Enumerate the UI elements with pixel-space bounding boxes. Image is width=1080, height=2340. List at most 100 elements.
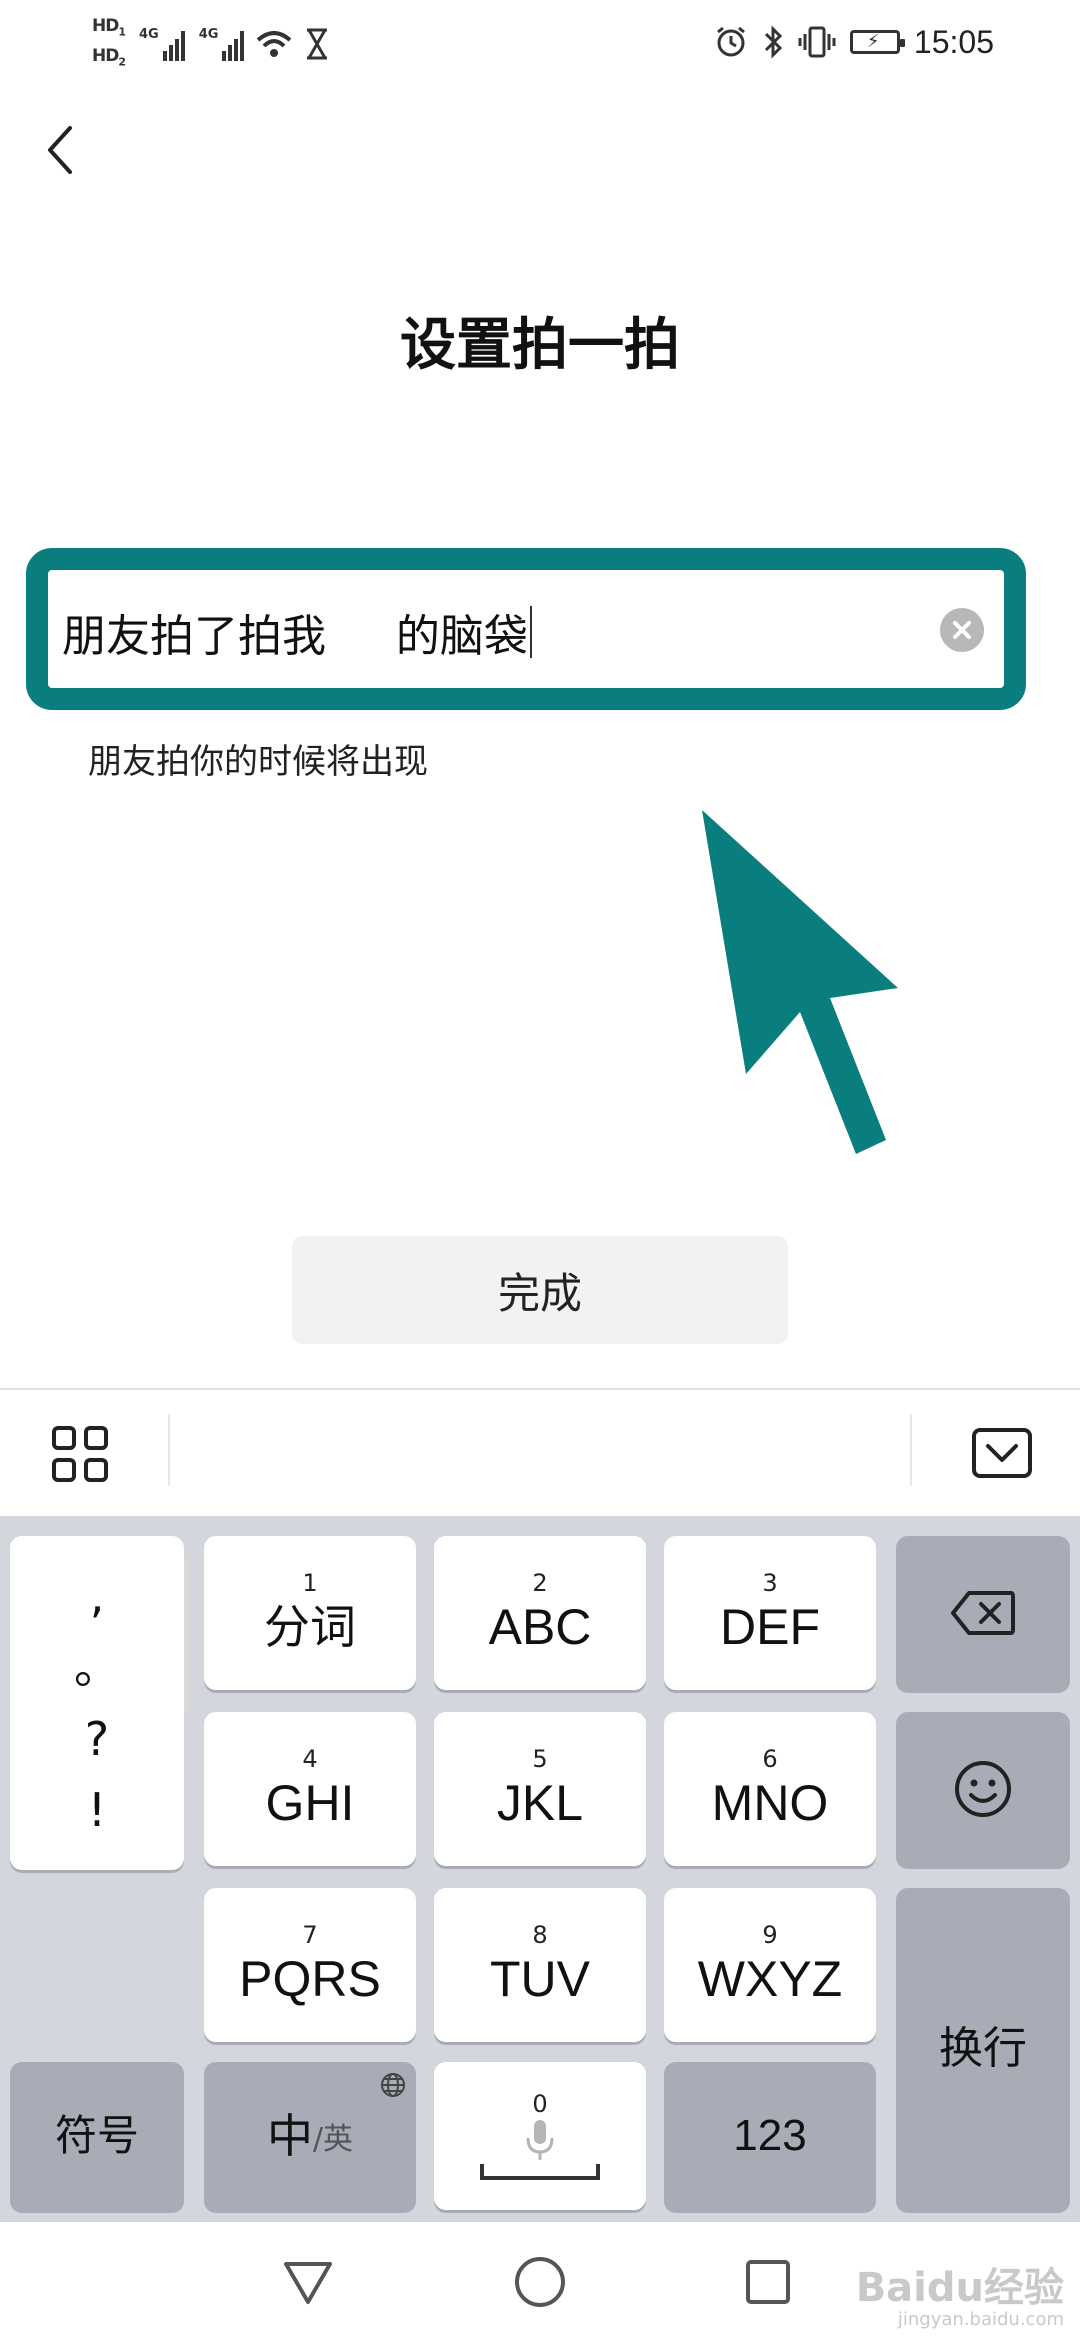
space-key-number: 0 [532, 2090, 548, 2118]
globe-icon [381, 2073, 405, 2097]
status-bar: HD1 HD2 4G 4G ⚡ 15:05 [0, 0, 1080, 84]
key-1-segment[interactable]: 1 分词 [204, 1536, 416, 1690]
emoji-key[interactable] [896, 1712, 1070, 1866]
key-2-abc[interactable]: 2 ABC [434, 1536, 646, 1690]
page-title: 设置拍一拍 [400, 313, 680, 378]
nav-back-button[interactable] [276, 2250, 340, 2314]
watermark-url: jingyan.baidu.com [897, 2309, 1064, 2330]
key-3-label: DEF [720, 1599, 820, 1655]
alarm-icon [716, 26, 745, 57]
key-1-number: 1 [302, 1569, 318, 1597]
smiley-icon [955, 1761, 1011, 1817]
hide-keyboard-button[interactable] [970, 1426, 1034, 1482]
baidu-watermark: Baidu经验 jingyan.baidu.com [856, 2266, 1064, 2330]
hd-2-indicator: HD2 [92, 46, 126, 71]
punctuation-scrollbar [184, 1556, 189, 1716]
navigation-bar: Baidu经验 jingyan.baidu.com [0, 2222, 1080, 2340]
done-button[interactable]: 完成 [292, 1236, 788, 1344]
input-hint: 朋友拍你的时候将出现 [88, 742, 428, 782]
clock: 15:05 [913, 23, 994, 60]
key-2-number: 2 [532, 1569, 548, 1597]
backspace-key[interactable] [896, 1536, 1070, 1690]
key-6-mno[interactable]: 6 MNO [664, 1712, 876, 1866]
lang-sub-label: /英 [312, 2122, 354, 2157]
numbers-key-label: 123 [733, 2111, 807, 2160]
punct-question-key[interactable]: ? [85, 1714, 109, 1764]
key-4-number: 4 [302, 1745, 318, 1773]
hd-1-sub: 1 [118, 25, 126, 38]
clear-circle-icon [953, 621, 971, 639]
nav-recents-button[interactable] [736, 2250, 800, 2314]
triangle-back-icon [284, 2262, 332, 2304]
toolbar-divider [168, 1414, 170, 1486]
microphone-icon [526, 2120, 554, 2160]
backspace-icon [951, 1591, 1015, 1635]
hd-indicators: HD1 HD2 [92, 15, 126, 72]
key-8-number: 8 [532, 1921, 548, 1949]
wifi-icon [257, 31, 292, 57]
hd-2-label: HD [92, 46, 119, 66]
key-5-jkl[interactable]: 5 JKL [434, 1712, 646, 1866]
lang-main-label: 中 [266, 2109, 313, 2163]
hd-2-sub: 2 [118, 55, 126, 69]
watermark-title: Baidu经验 [855, 2265, 1064, 2311]
key-8-label: TUV [490, 1951, 590, 2007]
bluetooth-icon [764, 25, 783, 59]
key-9-label: WXYZ [697, 1951, 843, 2007]
key-9-wxyz[interactable]: 9 WXYZ [664, 1888, 876, 2042]
key-4-label: GHI [265, 1775, 355, 1831]
hd-1-indicator: HD1 [92, 15, 126, 41]
numbers-key[interactable]: 123 [664, 2062, 876, 2210]
square-recents-icon [746, 2260, 790, 2304]
punctuation-column[interactable]: , 。 ? ! [10, 1536, 189, 1870]
space-bar-icon [480, 2164, 600, 2180]
space-key[interactable]: 0 [434, 2062, 646, 2210]
pat-text-input[interactable]: 朋友拍了拍我 的脑袋 [62, 600, 532, 664]
hourglass-icon [307, 28, 328, 60]
symbols-key-label: 符号 [54, 2111, 139, 2160]
key-2-label: ABC [488, 1599, 592, 1655]
grid-icon [52, 1426, 108, 1482]
network-1-label: 4G [139, 27, 159, 42]
enter-key-label: 换行 [939, 2023, 1027, 2074]
status-right: ⚡ 15:05 [714, 20, 994, 64]
keyboard-toolbar [0, 1388, 1080, 1516]
battery-icon: ⚡ [849, 30, 905, 54]
key-3-number: 3 [762, 1569, 778, 1597]
status-left: HD1 HD2 4G 4G [92, 14, 330, 74]
symbols-key[interactable]: 符号 [10, 2062, 184, 2210]
circle-home-icon [515, 2257, 565, 2307]
enter-key[interactable]: 换行 [896, 1888, 1070, 2210]
back-button[interactable] [30, 120, 90, 180]
network-2-label: 4G [198, 27, 219, 42]
key-6-label: MNO [711, 1775, 829, 1831]
toolbar-divider [910, 1414, 912, 1486]
key-6-number: 6 [762, 1745, 778, 1773]
key-5-number: 5 [532, 1745, 548, 1773]
hd-1-label: HD [92, 15, 119, 36]
clear-input-button[interactable] [940, 608, 984, 652]
signal-1-icon: 4G [139, 27, 185, 61]
key-4-ghi[interactable]: 4 GHI [204, 1712, 416, 1866]
punct-exclaim-key[interactable]: ! [88, 1785, 106, 1835]
key-5-label: JKL [496, 1775, 584, 1831]
annotation-arrow-icon [702, 810, 898, 1154]
text-caret [529, 606, 532, 658]
key-3-def[interactable]: 3 DEF [664, 1536, 876, 1690]
keyboard-menu-button[interactable] [48, 1422, 112, 1486]
signal-2-icon: 4G [199, 27, 245, 61]
nav-home-button[interactable] [508, 2250, 572, 2314]
punct-comma-key[interactable]: , [90, 1571, 105, 1621]
language-switch-key[interactable]: 中 /英 [204, 2062, 416, 2210]
key-7-label: PQRS [239, 1951, 381, 2007]
chevron-left-icon [48, 126, 72, 174]
key-1-label: 分词 [264, 1600, 356, 1654]
key-9-number: 9 [762, 1921, 778, 1949]
key-7-number: 7 [302, 1921, 318, 1949]
punct-period-key[interactable]: 。 [74, 1642, 120, 1692]
keyboard-collapse-icon [972, 1428, 1032, 1478]
vibrate-icon [798, 26, 836, 58]
pat-text-value: 朋友拍了拍我 的脑袋 [62, 611, 528, 662]
key-7-pqrs[interactable]: 7 PQRS [204, 1888, 416, 2042]
key-8-tuv[interactable]: 8 TUV [434, 1888, 646, 2042]
